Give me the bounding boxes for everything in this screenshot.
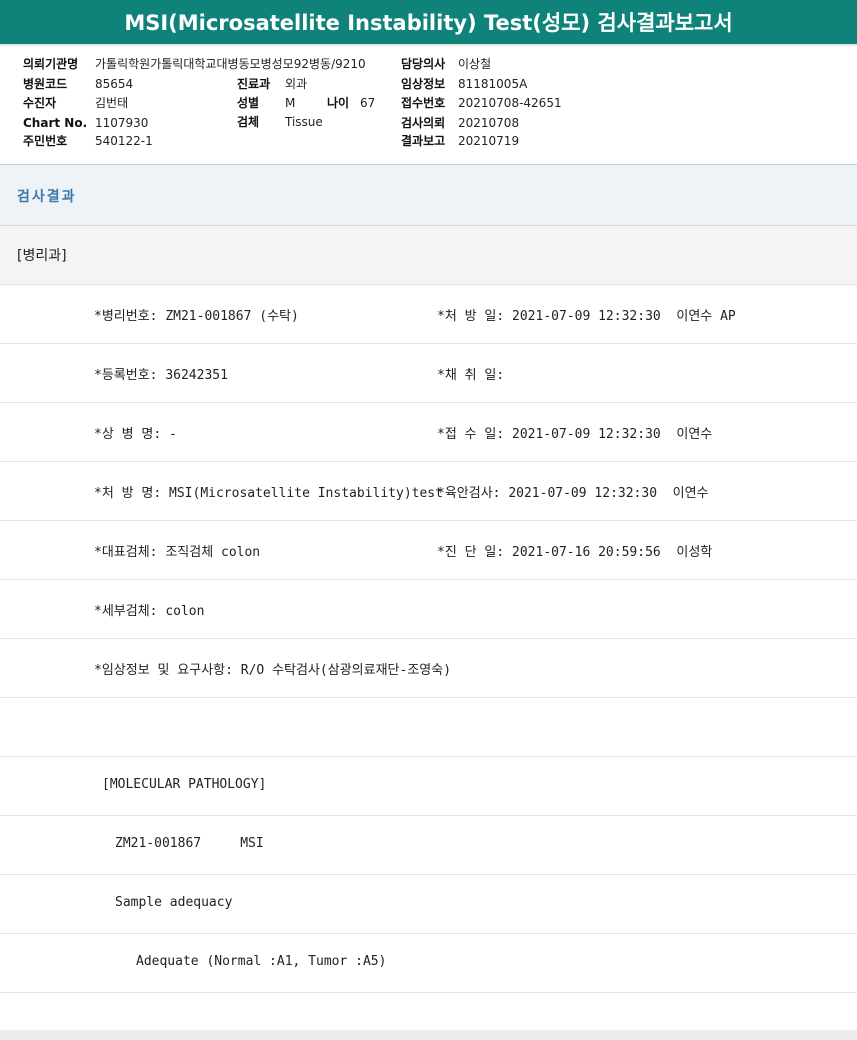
result-row: [MOLECULAR PATHOLOGY]	[0, 757, 857, 816]
info-row-clinical-info: 임상정보	[401, 77, 446, 91]
section-title: 검사결과	[17, 189, 77, 205]
info-value-clinical-info: 81181005A	[458, 77, 528, 91]
result-row: *세부검체: colon	[0, 580, 857, 639]
info-row-patient: 수진자	[23, 96, 57, 110]
info-value-receipt-no: 20210708-42651	[458, 96, 562, 110]
section-header: 검사결과	[0, 165, 857, 226]
info-row-specimen: 검체	[237, 115, 260, 129]
result-row: Sample adequacy	[0, 875, 857, 934]
molecular-case-line: ZM21-001867 MSI	[115, 836, 264, 851]
info-row-hospital-code: 병원코드	[23, 77, 68, 91]
info-value-institution: 가톨릭학원가톨릭대학교대병동모병성모92병동/9210	[95, 57, 366, 71]
info-value-result-report: 20210719	[458, 134, 520, 148]
info-row-resident-no: 주민번호	[23, 134, 68, 148]
result-right: *진 단 일: 2021-07-16 20:59:56 이성학	[437, 545, 713, 560]
info-value-test-request: 20210708	[458, 116, 520, 130]
result-row: Adequate (Normal :A1, Tumor :A5)	[0, 934, 857, 993]
result-left: *세부검체: colon	[94, 604, 205, 619]
result-left: *임상정보 및 요구사항: R/O 수탁검사(삼광의료재단-조영숙)	[94, 663, 452, 678]
info-row-result-report: 결과보고	[401, 134, 446, 148]
result-row-empty	[0, 698, 857, 757]
sample-adequacy-label: Sample adequacy	[115, 895, 233, 910]
info-row-department: 진료과	[237, 77, 271, 91]
result-left: *상 병 명: -	[94, 427, 177, 442]
result-left: *병리번호: ZM21-001867 (수탁)	[94, 309, 299, 324]
info-row-sex: 성별	[237, 96, 260, 110]
result-row: *병리번호: ZM21-001867 (수탁) *처 방 일: 2021-07-…	[0, 285, 857, 344]
info-value-age: 67	[360, 96, 376, 110]
result-row: *처 방 명: MSI(Microsatellite Instability)t…	[0, 462, 857, 521]
info-row-chart-no: Chart No.	[23, 116, 88, 130]
result-row: *임상정보 및 요구사항: R/O 수탁검사(삼광의료재단-조영숙)	[0, 639, 857, 698]
info-row-test-request: 검사의뢰	[401, 116, 446, 130]
info-row-institution: 의뢰기관명	[23, 57, 78, 71]
result-right: *육안검사: 2021-07-09 12:32:30 이연수	[437, 486, 709, 501]
info-row-doctor: 담당의사	[401, 57, 446, 71]
department-label: [병리과]	[17, 248, 67, 264]
molecular-pathology-heading: [MOLECULAR PATHOLOGY]	[102, 777, 267, 792]
info-row-age: 나이	[327, 96, 350, 110]
info-value-sex: M	[285, 96, 296, 110]
result-row: ZM21-001867 MSI	[0, 816, 857, 875]
info-value-department: 외과	[285, 77, 308, 91]
info-value-chart-no: 1107930	[95, 116, 149, 130]
info-value-patient: 김번태	[95, 96, 129, 110]
result-right: *접 수 일: 2021-07-09 12:32:30 이연수	[437, 427, 713, 442]
sample-adequacy-value: Adequate (Normal :A1, Tumor :A5)	[136, 954, 387, 969]
info-value-doctor: 이상철	[458, 57, 492, 71]
result-right: *처 방 일: 2021-07-09 12:32:30 이연수 AP	[437, 309, 736, 324]
result-row: *상 병 명: - *접 수 일: 2021-07-09 12:32:30 이연…	[0, 403, 857, 462]
info-value-specimen: Tissue	[285, 115, 323, 129]
result-row: *대표검체: 조직검체 colon *진 단 일: 2021-07-16 20:…	[0, 521, 857, 580]
result-left: *대표검체: 조직검체 colon	[94, 545, 261, 560]
info-label: 의뢰기관명	[23, 57, 79, 71]
scroll-bottom-strip	[0, 1030, 857, 1040]
department-row: [병리과]	[0, 226, 857, 285]
info-value-resident-no: 540122-1	[95, 134, 153, 148]
info-row-receipt-no: 접수번호	[401, 96, 446, 110]
info-value-hospital-code: 85654	[95, 77, 134, 91]
result-row: *등록번호: 36242351 *채 취 일:	[0, 344, 857, 403]
result-left: *처 방 명: MSI(Microsatellite Instability)t…	[94, 486, 443, 501]
result-left: *등록번호: 36242351	[94, 368, 228, 383]
report-title: MSI(Microsatellite Instability) Test(성모)…	[0, 0, 857, 46]
result-right: *채 취 일:	[437, 368, 505, 383]
